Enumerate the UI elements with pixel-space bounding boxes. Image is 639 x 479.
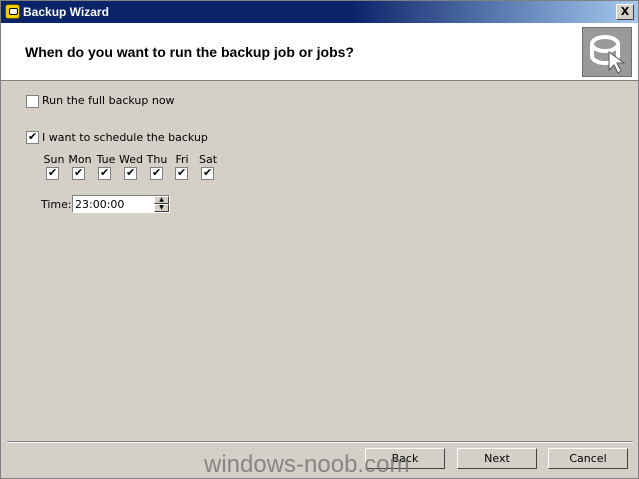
app-icon	[5, 4, 20, 19]
day-label-tue: Tue	[96, 153, 116, 166]
day-checkbox-tue[interactable]	[98, 166, 111, 180]
time-value: 23:00:00	[75, 198, 125, 211]
cancel-button[interactable]: Cancel	[548, 448, 628, 469]
schedule-backup-checkbox[interactable]	[26, 130, 39, 144]
day-checkbox-sat[interactable]	[201, 166, 214, 180]
time-spinner[interactable]: ▲ ▼	[154, 196, 169, 212]
schedule-backup-label: I want to schedule the backup	[42, 131, 208, 144]
spin-up-icon[interactable]: ▲	[154, 196, 169, 204]
day-label-wed: Wed	[119, 153, 143, 166]
full-backup-checkbox[interactable]	[26, 95, 39, 108]
day-checkbox-fri[interactable]	[175, 166, 188, 180]
next-button[interactable]: Next	[457, 448, 537, 469]
day-checkbox-thu[interactable]	[150, 166, 163, 180]
close-button[interactable]: X	[616, 4, 634, 20]
wizard-header: When do you want to run the backup job o…	[1, 23, 638, 81]
watermark-text: windows-noob.com	[204, 451, 410, 478]
day-checkbox-wed[interactable]	[124, 166, 137, 180]
backup-wizard-window: Backup Wizard X When do you want to run …	[0, 0, 639, 479]
day-label-fri: Fri	[175, 153, 189, 166]
day-label-sat: Sat	[198, 153, 218, 166]
day-checkbox-mon[interactable]	[72, 166, 85, 180]
time-input[interactable]: 23:00:00 ▲ ▼	[72, 195, 170, 213]
day-checkbox-sun[interactable]	[46, 166, 59, 180]
title-bar[interactable]: Backup Wizard X	[1, 1, 638, 23]
wizard-banner-icon	[582, 27, 632, 77]
day-label-thu: Thu	[146, 153, 168, 166]
wizard-content: Run the full backup now I want to schedu…	[1, 81, 638, 441]
spin-down-icon[interactable]: ▼	[154, 204, 169, 212]
time-label: Time:	[41, 198, 72, 211]
day-label-mon: Mon	[68, 153, 92, 166]
full-backup-label: Run the full backup now	[42, 94, 175, 107]
window-title: Backup Wizard	[23, 5, 109, 19]
footer-divider	[7, 441, 633, 443]
page-title: When do you want to run the backup job o…	[25, 44, 354, 60]
day-label-sun: Sun	[43, 153, 65, 166]
